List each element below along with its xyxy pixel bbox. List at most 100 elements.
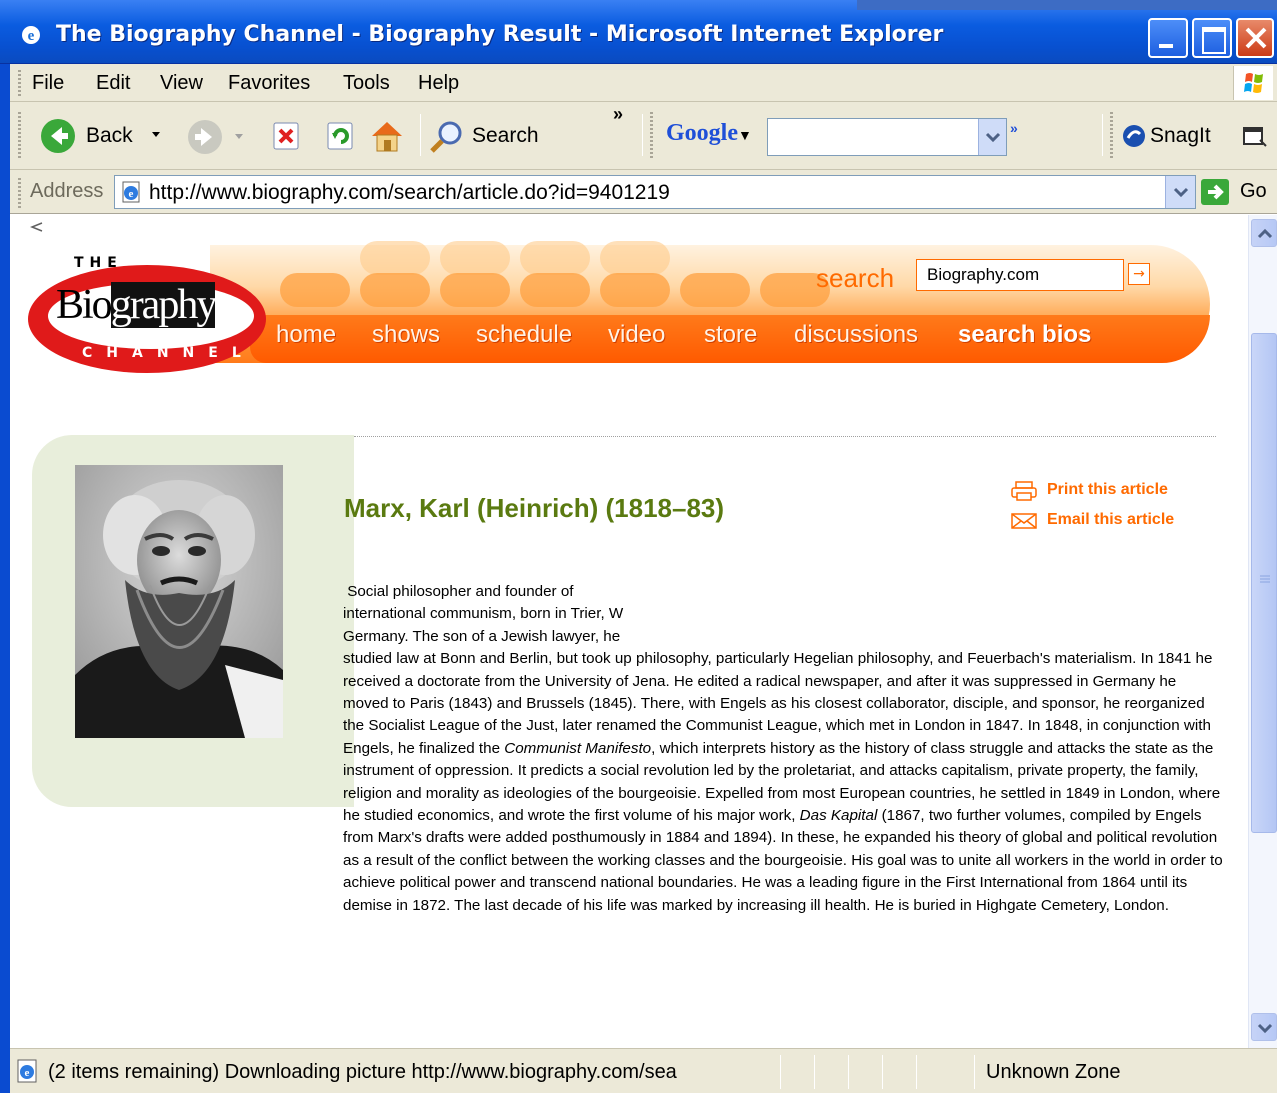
address-url: http://www.biography.com/search/article.…: [149, 181, 670, 204]
search-label: Search: [472, 124, 539, 147]
menu-favorites[interactable]: Favorites: [228, 72, 310, 95]
site-search-input[interactable]: Biography.com: [916, 259, 1124, 291]
status-text: (2 items remaining) Downloading picture …: [48, 1061, 677, 1083]
search-button[interactable]: Search: [428, 116, 548, 156]
logo-word-graphy: graphy: [110, 282, 217, 328]
toolbar-grip: [1110, 112, 1113, 158]
standard-toolbar: Back Search » Google▼ » SnagIt: [10, 102, 1277, 170]
google-logo-text: Google: [666, 120, 738, 146]
svg-text:e: e: [28, 28, 35, 44]
google-menu-caret-icon: ▼: [738, 129, 752, 144]
ie-icon: e: [22, 26, 40, 44]
body-line-1: Social philosopher and founder of: [343, 583, 574, 600]
grip-icon: [1260, 575, 1270, 583]
toolbar-separator: [1102, 114, 1103, 156]
title-bar[interactable]: e The Biography Channel - Biography Resu…: [0, 0, 1277, 64]
status-separator: [814, 1055, 815, 1089]
refresh-icon[interactable]: [326, 121, 356, 151]
menu-edit[interactable]: Edit: [96, 72, 130, 95]
resize-marker-icon: [30, 222, 43, 232]
menu-tools[interactable]: Tools: [343, 72, 390, 95]
back-dropdown-icon[interactable]: [152, 132, 160, 137]
close-icon: [1245, 27, 1267, 49]
printer-icon: [1011, 481, 1037, 501]
snagit-icon: [1123, 125, 1145, 147]
karl-marx-portrait-image: [75, 465, 283, 738]
forward-arrow-icon[interactable]: [187, 119, 223, 155]
back-arrow-icon: [41, 119, 75, 153]
toolbar-separator: [642, 114, 643, 156]
site-search-go-button[interactable]: →: [1128, 263, 1150, 285]
email-article-label: Email this article: [1047, 511, 1175, 528]
nav-home[interactable]: home: [276, 321, 336, 349]
nav-store[interactable]: store: [704, 321, 757, 349]
back-label: Back: [86, 124, 133, 147]
menu-view[interactable]: View: [160, 72, 203, 95]
stop-icon[interactable]: [272, 121, 302, 151]
body-em-das-kapital: Das Kapital: [799, 807, 878, 825]
windows-logo: [1233, 66, 1273, 100]
nav-schedule[interactable]: schedule: [476, 321, 572, 349]
nav-discussions[interactable]: discussions: [794, 321, 918, 349]
page-icon: e: [122, 181, 140, 203]
address-bar: Address e http://www.biography.com/searc…: [10, 170, 1277, 214]
status-bar: e (2 items remaining) Downloading pictur…: [10, 1048, 1277, 1093]
scroll-thumb[interactable]: [1251, 333, 1277, 833]
snagit-label: SnagIt: [1150, 124, 1211, 147]
svg-text:e: e: [25, 1067, 30, 1079]
window-title: The Biography Channel - Biography Result…: [56, 22, 944, 47]
snagit-button[interactable]: SnagIt: [1122, 118, 1242, 154]
print-article-label: Print this article: [1047, 481, 1168, 498]
page-viewport[interactable]: home shows schedule video store discussi…: [10, 215, 1248, 1048]
menu-grip: [18, 70, 21, 96]
menu-bar: File Edit View Favorites Tools Help: [10, 64, 1277, 102]
status-separator: [780, 1055, 781, 1089]
windows-flag-icon: [1244, 73, 1263, 93]
back-button[interactable]: Back: [40, 116, 170, 156]
article-title: Marx, Karl (Heinrich) (1818–83): [344, 493, 725, 523]
nav-search-bios[interactable]: search bios: [958, 321, 1091, 349]
address-input[interactable]: e http://www.biography.com/search/articl…: [114, 175, 1196, 209]
window-left-border: [0, 64, 10, 1093]
maximize-button[interactable]: [1192, 18, 1232, 58]
minimize-button[interactable]: [1148, 18, 1188, 58]
logo-channel: CHANNEL: [82, 345, 255, 361]
close-button[interactable]: [1236, 18, 1274, 58]
article-body: Social philosopher and founder of intern…: [343, 581, 1223, 917]
go-label: Go: [1240, 180, 1267, 202]
google-go-chevron-icon[interactable]: »: [1010, 120, 1018, 136]
chevron-up-icon: [1257, 228, 1273, 239]
vertical-scrollbar[interactable]: [1248, 215, 1277, 1048]
google-dropdown-button[interactable]: [978, 119, 1006, 155]
forward-dropdown-icon[interactable]: [235, 134, 243, 139]
scroll-up-button[interactable]: [1251, 219, 1277, 247]
google-logo[interactable]: Google▼: [666, 120, 752, 147]
body-line-3: Germany. The son of a Jewish lawyer, he: [343, 627, 621, 645]
status-separator: [974, 1055, 975, 1089]
site-search-label: search: [816, 263, 895, 293]
home-icon[interactable]: [368, 118, 406, 154]
chevron-down-icon: [1173, 187, 1189, 198]
article-divider: [354, 436, 1216, 437]
google-search-input[interactable]: [767, 118, 1007, 156]
menu-file[interactable]: File: [32, 72, 64, 95]
envelope-icon: [1011, 513, 1037, 529]
snagit-capture-icon[interactable]: [1242, 124, 1268, 148]
address-grip: [18, 178, 21, 208]
nav-video[interactable]: video: [608, 321, 665, 349]
go-button[interactable]: Go: [1200, 176, 1270, 208]
magnifier-icon: [430, 121, 462, 153]
toolbar-grip: [18, 112, 21, 158]
address-dropdown-button[interactable]: [1165, 176, 1195, 208]
scroll-down-button[interactable]: [1251, 1013, 1277, 1041]
status-separator: [848, 1055, 849, 1089]
site-header: home shows schedule video store discussi…: [28, 241, 1210, 373]
body-line-2: international communism, born in Trier, …: [343, 605, 624, 623]
svg-text:e: e: [129, 188, 134, 200]
logo-word-bio: Bio: [56, 282, 113, 328]
toolbar-chevron[interactable]: »: [613, 104, 623, 125]
menu-help[interactable]: Help: [418, 72, 459, 95]
nav-shows[interactable]: shows: [372, 321, 440, 349]
desktop-strip: [857, 0, 1277, 10]
chevron-down-icon: [985, 132, 1001, 143]
